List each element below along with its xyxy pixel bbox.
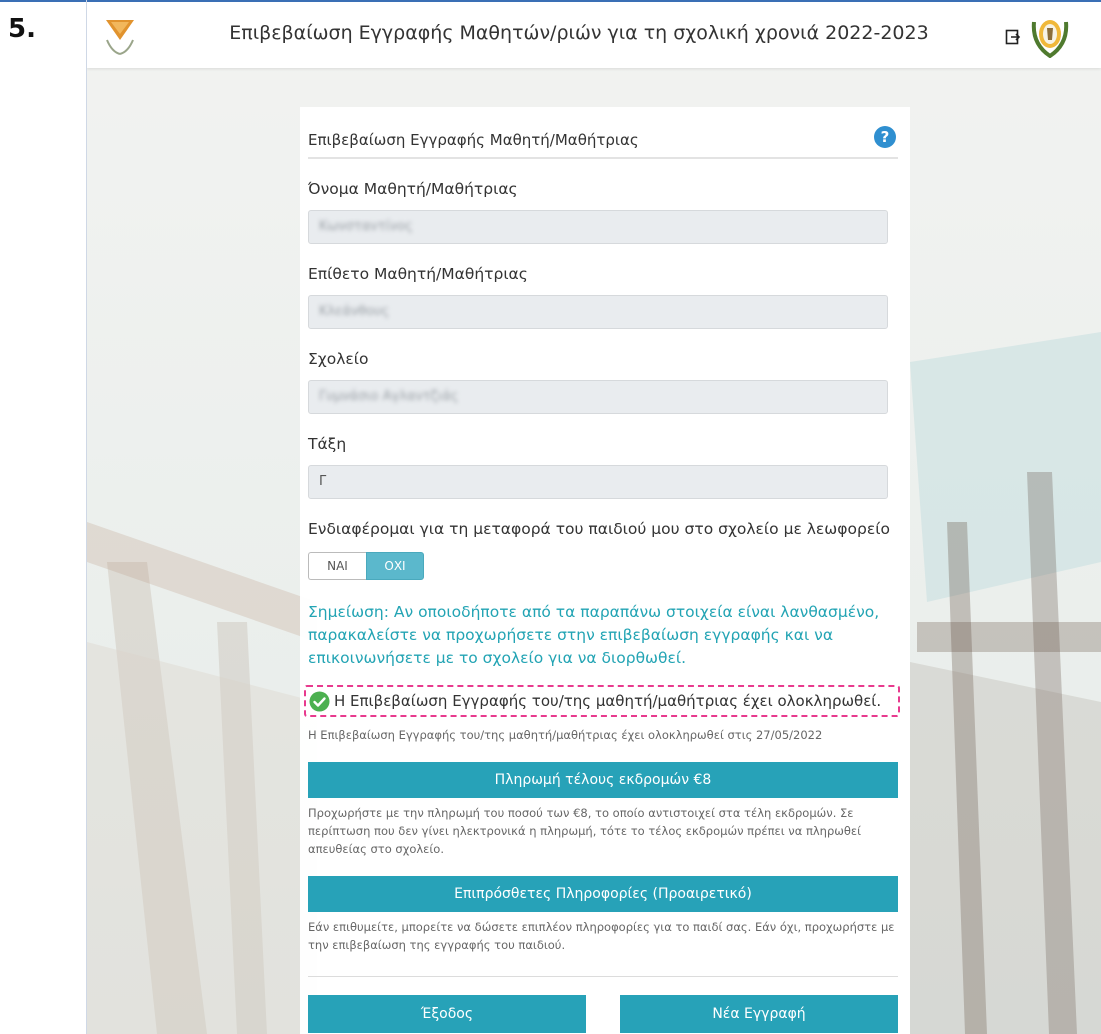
app-screen: Επιβεβαίωση Εγγραφής Μαθητών/ριών για τη… [87, 2, 1101, 1034]
step-number: 5. [8, 14, 36, 44]
registration-card: Επιβεβαίωση Εγγραφής Μαθητή/Μαθήτριας ? … [300, 107, 910, 1034]
card-title: Επιβεβαίωση Εγγραφής Μαθητή/Μαθήτριας [308, 131, 639, 149]
page-title: Επιβεβαίωση Εγγραφής Μαθητών/ριών για τη… [229, 22, 929, 44]
last-name-label: Επίθετο Μαθητή/Μαθήτριας [308, 265, 528, 283]
class-value: Γ [319, 474, 327, 489]
app-header: Επιβεβαίωση Εγγραφής Μαθητών/ριών για τη… [87, 2, 1101, 68]
first-name-label: Όνομα Μαθητή/Μαθήτριας [308, 180, 518, 198]
payment-description: Προχωρήστε με την πληρωμή του ποσού των … [308, 806, 862, 856]
additional-info-description: Εάν επιθυμείτε, μπορείτε να δώσετε επιπλ… [308, 920, 895, 952]
class-field: Γ [308, 465, 888, 499]
first-name-value: Κωνσταντίνος [319, 219, 413, 234]
completion-message: Η Επιβεβαίωση Εγγραφής του/της μαθητή/μα… [334, 692, 882, 710]
transport-toggle: ΝΑΙ ΟΧΙ [308, 552, 424, 580]
school-value: Γυμνάσιο Αγλαντζιάς [319, 389, 459, 404]
correction-note: Σημείωση: Αν οποιοδήποτε από τα παραπάνω… [308, 603, 880, 667]
class-label: Τάξη [308, 435, 347, 453]
transport-yes-button[interactable]: ΝΑΙ [308, 552, 366, 580]
cyprus-map-emblem-icon [106, 20, 134, 55]
cyprus-coat-of-arms-icon [1031, 20, 1069, 58]
check-circle-icon [309, 691, 330, 712]
card-header: Επιβεβαίωση Εγγραφής Μαθητή/Μαθήτριας ? [308, 119, 898, 159]
additional-info-button[interactable]: Επιπρόσθετες Πληροφορίες (Προαιρετικό) [308, 876, 898, 912]
last-name-value: Κλεάνθους [319, 304, 390, 319]
last-name-field: Κλεάνθους [308, 295, 888, 329]
completion-status: Η Επιβεβαίωση Εγγραφής του/της μαθητή/μα… [304, 685, 900, 717]
logout-icon[interactable] [1005, 29, 1021, 45]
transport-no-button[interactable]: ΟΧΙ [366, 552, 424, 580]
completion-date-text: Η Επιβεβαίωση Εγγραφής του/της μαθητή/μα… [308, 728, 823, 742]
help-icon[interactable]: ? [874, 126, 896, 148]
school-label: Σχολείο [308, 350, 369, 368]
trip-fee-payment-button[interactable]: Πληρωμή τέλους εκδρομών €8 [308, 762, 898, 798]
exit-button[interactable]: Έξοδος [308, 995, 586, 1033]
school-field: Γυμνάσιο Αγλαντζιάς [308, 380, 888, 414]
new-registration-button[interactable]: Νέα Εγγραφή [620, 995, 898, 1033]
first-name-field: Κωνσταντίνος [308, 210, 888, 244]
transport-label: Ενδιαφέρομαι για τη μεταφορά του παιδιού… [308, 520, 890, 538]
divider [308, 976, 898, 977]
